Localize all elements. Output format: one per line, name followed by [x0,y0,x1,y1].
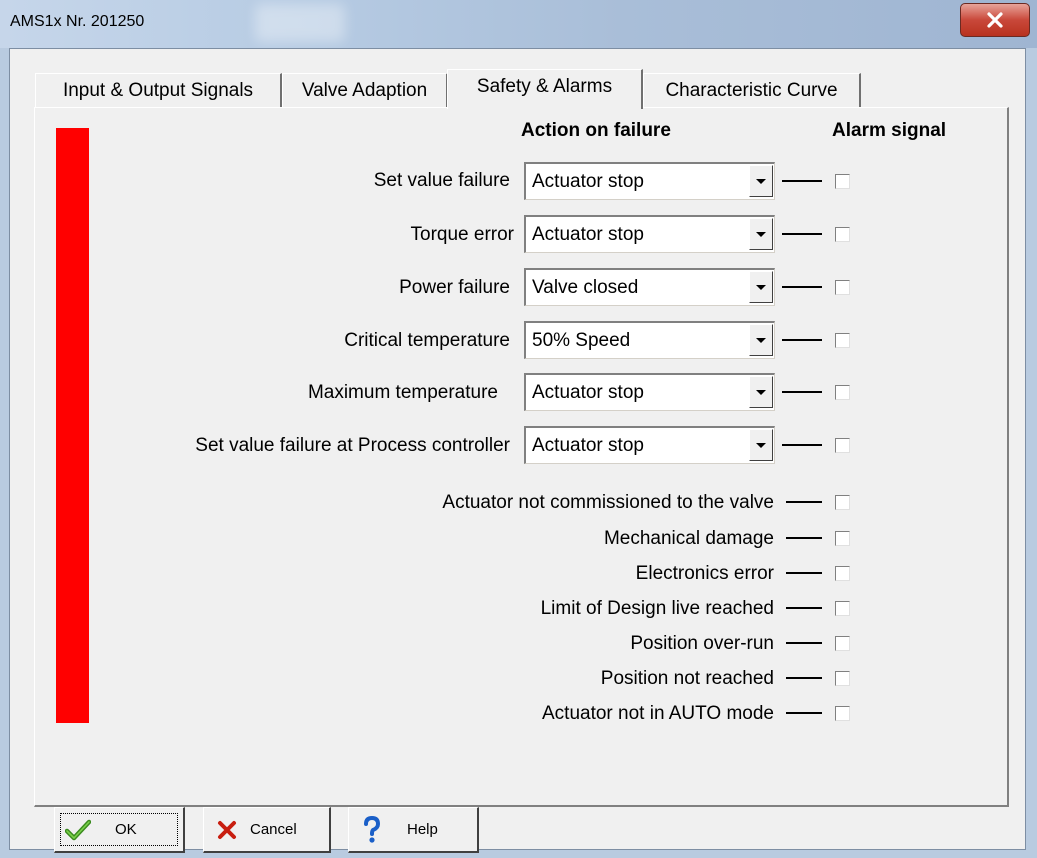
connector-line [782,339,822,341]
connector-line [782,444,822,446]
tab-label: Safety & Alarms [476,76,613,97]
chevron-down-icon [756,389,766,395]
status-indicator-bar [56,128,89,723]
failure-label: Power failure [399,277,510,298]
alarm-checkbox[interactable] [835,531,850,546]
alarm-label: Actuator not commissioned to the valve [442,492,774,513]
tab-label: Characteristic Curve [665,79,838,101]
tab-characteristic-curve[interactable]: Characteristic Curve [643,73,861,107]
action-dropdown-value: Valve closed [532,277,639,298]
connector-line [782,391,822,393]
action-dropdown[interactable]: Actuator stop [524,426,775,464]
connector-line [786,537,822,539]
help-button[interactable]: Help [348,807,479,853]
alarm-label: Limit of Design live reached [540,598,774,619]
connector-line [786,677,822,679]
chevron-down-icon [756,178,766,184]
alarm-signal-header: Alarm signal [832,120,947,141]
alarm-checkbox[interactable] [835,566,850,581]
action-dropdown[interactable]: Valve closed [524,268,775,306]
connector-line [782,286,822,288]
dropdown-arrow-button[interactable] [749,429,773,461]
chevron-down-icon [756,442,766,448]
question-mark-icon [355,815,389,844]
alarm-checkbox[interactable] [835,636,850,651]
dropdown-arrow-button[interactable] [749,324,773,356]
dialog-client: Input & Output Signals Valve Adaption Sa… [9,48,1026,853]
chevron-down-icon [756,284,766,290]
failure-label: Set value failure at Process controller [195,435,510,456]
chevron-down-icon [756,337,766,343]
action-dropdown[interactable]: Actuator stop [524,215,775,253]
alarm-label: Position over-run [630,633,774,654]
action-dropdown-value: 50% Speed [532,330,631,351]
alarm-checkbox[interactable] [835,174,850,189]
action-dropdown-value: Actuator stop [532,382,644,403]
failure-label: Set value failure [373,170,510,191]
alarm-checkbox[interactable] [835,706,850,721]
action-dropdown[interactable]: 50% Speed [524,321,775,359]
failure-label: Critical temperature [344,330,510,351]
action-dropdown[interactable]: Actuator stop [524,162,775,200]
tab-panel [34,107,1009,807]
connector-line [786,572,822,574]
failure-label: Torque error [410,224,515,245]
dropdown-arrow-button[interactable] [749,376,773,408]
dropdown-arrow-button[interactable] [749,165,773,197]
tab-valve-adaption[interactable]: Valve Adaption [282,73,448,107]
focus-rectangle [60,813,178,846]
window-title: AMS1x Nr. 201250 [10,13,145,30]
action-on-failure-header: Action on failure [521,120,671,141]
tab-label: Valve Adaption [301,79,428,101]
tab-safety-alarms[interactable]: Safety & Alarms [447,69,643,109]
close-icon [987,12,1003,28]
alarm-label: Actuator not in AUTO mode [542,703,774,724]
connector-line [786,607,822,609]
action-dropdown[interactable]: Actuator stop [524,373,775,411]
connector-line [786,501,822,503]
connector-line [786,642,822,644]
alarm-label: Mechanical damage [603,528,774,549]
alarm-checkbox[interactable] [835,227,850,242]
dropdown-arrow-button[interactable] [749,218,773,250]
tab-input-output-signals[interactable]: Input & Output Signals [35,73,282,107]
cancel-button[interactable]: Cancel [203,807,331,853]
alarm-checkbox[interactable] [835,333,850,348]
connector-line [782,180,822,182]
dropdown-arrow-button[interactable] [749,271,773,303]
action-dropdown-value: Actuator stop [532,171,644,192]
x-icon [210,819,244,841]
title-decoration [255,4,345,42]
title-bar[interactable]: AMS1x Nr. 201250 [0,0,1037,48]
alarm-checkbox[interactable] [835,495,850,510]
help-button-label: Help [407,821,438,838]
action-dropdown-value: Actuator stop [532,224,644,245]
alarm-checkbox[interactable] [835,385,850,400]
connector-line [782,233,822,235]
alarm-checkbox[interactable] [835,438,850,453]
alarm-checkbox[interactable] [835,671,850,686]
ok-button[interactable]: OK [54,807,185,853]
failure-label: Maximum temperature [307,382,498,403]
tab-label: Input & Output Signals [62,79,254,101]
connector-line [786,712,822,714]
alarm-checkbox[interactable] [835,280,850,295]
chevron-down-icon [756,231,766,237]
dialog-window: AMS1x Nr. 201250 Input & Output Signals … [0,0,1037,858]
alarm-checkbox[interactable] [835,601,850,616]
action-dropdown-value: Actuator stop [532,435,644,456]
alarm-label: Electronics error [635,563,774,584]
cancel-button-label: Cancel [250,821,297,838]
alarm-label: Position not reached [600,668,774,689]
close-button[interactable] [960,3,1030,37]
